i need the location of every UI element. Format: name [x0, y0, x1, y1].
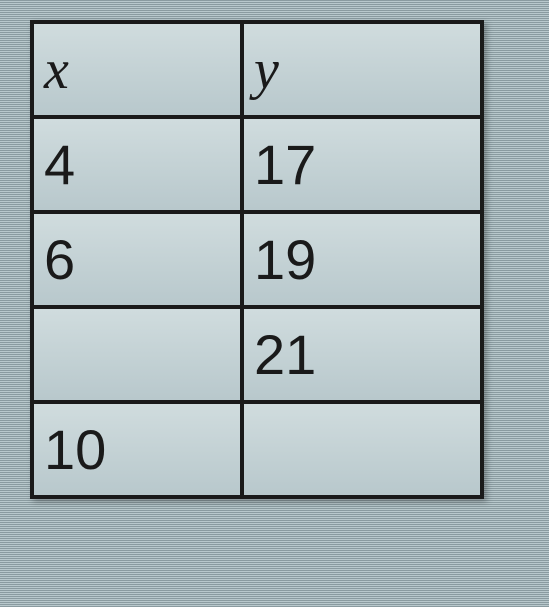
table-row: 21: [32, 307, 482, 402]
table-row: 6 19: [32, 212, 482, 307]
cell-x: [32, 307, 242, 402]
cell-x: 10: [32, 402, 242, 497]
cell-y: 17: [242, 117, 482, 212]
cell-x: 6: [32, 212, 242, 307]
cell-y: [242, 402, 482, 497]
header-y: y: [242, 22, 482, 117]
table-header-row: x y: [32, 22, 482, 117]
cell-x: 4: [32, 117, 242, 212]
cell-y: 19: [242, 212, 482, 307]
header-x: x: [32, 22, 242, 117]
table-row: 4 17: [32, 117, 482, 212]
table-row: 10: [32, 402, 482, 497]
cell-y: 21: [242, 307, 482, 402]
xy-table: x y 4 17 6 19 21 10: [30, 20, 484, 499]
